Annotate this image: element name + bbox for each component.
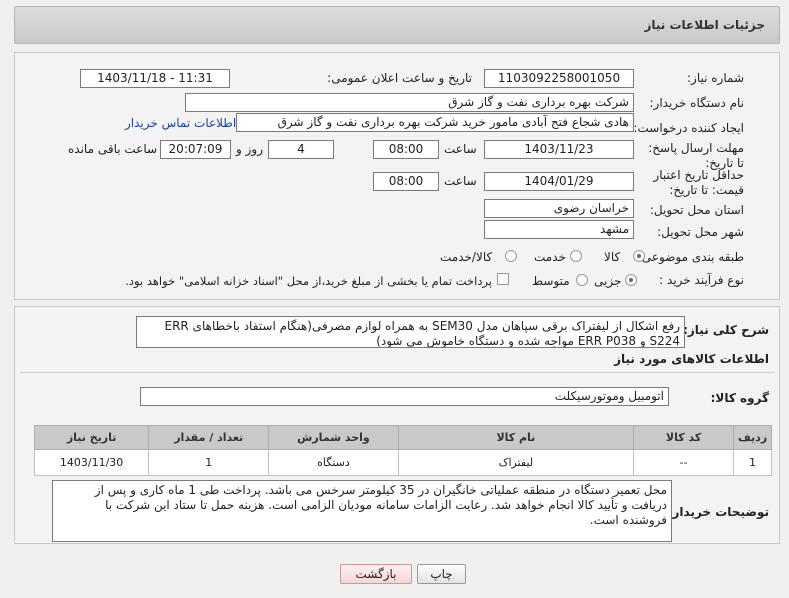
goods-group-label: گروه کالا: bbox=[710, 391, 769, 405]
reply-date-field: 1403/11/23 bbox=[484, 140, 634, 159]
cell-name: لیفتراک bbox=[397, 449, 635, 476]
col-code: کد کالا bbox=[633, 425, 735, 450]
purchase-radio-minor[interactable] bbox=[625, 274, 637, 286]
reply-deadline-label: مهلت ارسال پاسخ: تا تاریخ: bbox=[648, 141, 744, 170]
buyer-org-field: شرکت بهره برداری نفت و گاز شرق bbox=[185, 93, 634, 112]
back-button[interactable]: بازگشت bbox=[340, 564, 412, 584]
remaining-days-field: 4 bbox=[268, 140, 334, 159]
days-label: روز و bbox=[236, 142, 263, 156]
purchase-radio-medium[interactable] bbox=[576, 274, 588, 286]
validity-date-field: 1404/01/29 bbox=[484, 172, 634, 191]
category-option-service: خدمت bbox=[534, 250, 566, 264]
cell-quantity: 1 bbox=[148, 449, 270, 476]
treasury-payment-checkbox[interactable] bbox=[497, 273, 509, 285]
validity-time-label: ساعت bbox=[444, 174, 477, 188]
need-number-field: 1103092258001050 bbox=[484, 69, 634, 88]
validity-label: حداقل تاریخ اعتبار قیمت: تا تاریخ: bbox=[653, 168, 744, 197]
col-need-date: تاریخ نیاز bbox=[33, 425, 150, 450]
goods-group-field: اتومبیل وموتورسیکلت bbox=[140, 387, 669, 406]
announce-label: تاریخ و ساعت اعلان عمومی: bbox=[327, 71, 472, 85]
buyer-contact-link[interactable]: اطلاعات تماس خریدار bbox=[125, 116, 236, 130]
province-label: استان محل تحویل: bbox=[649, 203, 744, 217]
buyer-notes-label: توضیحات خریدار: bbox=[667, 505, 769, 519]
page-title: جزئیات اطلاعات نیاز bbox=[644, 18, 765, 32]
col-unit: واحد شمارش bbox=[268, 425, 399, 450]
goods-table: ردیف کد کالا نام کالا واحد شمارش تعداد /… bbox=[33, 425, 772, 476]
province-field: خراسان رضوی bbox=[484, 199, 634, 218]
col-row: ردیف bbox=[733, 425, 772, 450]
category-option-goods: کالا bbox=[604, 250, 621, 264]
buyer-notes-field: محل تعمیر دستگاه در منطقه عملیاتی خانگیر… bbox=[52, 480, 672, 542]
header-bar: جزئیات اطلاعات نیاز bbox=[14, 6, 780, 44]
reply-time-label: ساعت bbox=[444, 142, 477, 156]
purchase-option-medium: متوسط bbox=[532, 274, 570, 288]
goods-table-header: ردیف کد کالا نام کالا واحد شمارش تعداد /… bbox=[33, 425, 772, 450]
purchase-type-label: نوع فرآیند خرید : bbox=[659, 273, 744, 287]
cell-unit: دستگاه bbox=[268, 449, 399, 476]
summary-field: رفع اشکال از لیفتراک برقی سپاهان مدل SEM… bbox=[136, 316, 685, 348]
table-row: 1 -- لیفتراک دستگاه 1 1403/11/30 bbox=[33, 449, 772, 476]
remaining-time-field: 20:07:09 bbox=[160, 140, 231, 159]
validity-time-field: 08:00 bbox=[373, 172, 439, 191]
cell-need-date: 1403/11/30 bbox=[33, 449, 150, 476]
category-radio-service[interactable] bbox=[570, 250, 582, 262]
cell-code: -- bbox=[633, 449, 735, 476]
section-divider bbox=[20, 372, 775, 373]
category-radio-goods-service[interactable] bbox=[505, 250, 517, 262]
goods-section-title: اطلاعات کالاهای مورد نیاز bbox=[614, 352, 769, 366]
category-option-goods-service: کالا/خدمت bbox=[440, 250, 493, 264]
buyer-org-label: نام دستگاه خریدار: bbox=[649, 96, 745, 110]
reply-time-field: 08:00 bbox=[373, 140, 439, 159]
print-button[interactable]: چاپ bbox=[417, 564, 466, 584]
creator-label: ایجاد کننده درخواست: bbox=[633, 121, 744, 135]
creator-field: هادی شجاع فتح آبادی مامور خرید شرکت بهره… bbox=[236, 113, 634, 132]
treasury-payment-note: پرداخت تمام یا بخشی از مبلغ خرید،از محل … bbox=[125, 274, 492, 288]
need-number-label: شماره نیاز: bbox=[687, 71, 744, 85]
category-label: طبقه بندی موضوعی: bbox=[637, 250, 744, 264]
remaining-label: ساعت باقی مانده bbox=[68, 142, 158, 156]
city-label: شهر محل تحویل: bbox=[657, 225, 744, 239]
city-field: مشهد bbox=[484, 220, 634, 239]
col-quantity: تعداد / مقدار bbox=[148, 425, 270, 450]
summary-label: شرح کلی نیاز: bbox=[683, 323, 769, 337]
col-name: نام کالا bbox=[397, 425, 635, 450]
purchase-option-minor: جزیی bbox=[594, 274, 622, 288]
category-radio-goods[interactable] bbox=[633, 250, 645, 262]
cell-row: 1 bbox=[733, 449, 772, 476]
announce-datetime-field: 1403/11/18 - 11:31 bbox=[80, 69, 230, 88]
